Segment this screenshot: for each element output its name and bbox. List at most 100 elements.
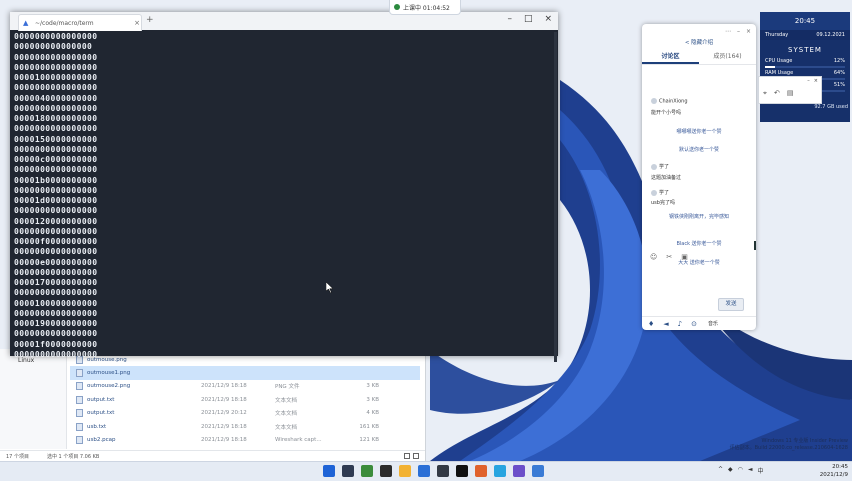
terminal-line: 0000190000000000: [14, 319, 98, 328]
location-icon[interactable]: ⊙: [691, 320, 697, 328]
close-icon[interactable]: ×: [746, 28, 751, 35]
terminal-line: 00001f0000000000: [14, 339, 98, 349]
file-type: Wireshark capt...: [275, 437, 322, 444]
terminal-output[interactable]: 0000000000000000 000000000000000 0 00000000…: [10, 30, 558, 362]
task-view-icon[interactable]: [361, 465, 373, 477]
file-list: outmouse.png outmouse1.png outmouse2.png 20…: [70, 353, 420, 447]
terminal-titlebar[interactable]: ▲ ~/code/macro/term × + – □ ×: [10, 12, 558, 31]
terminal-line: 0000150000000000: [14, 134, 98, 144]
music-icon[interactable]: ♪: [678, 320, 682, 328]
floating-toolbar[interactable]: – × ⌖ ↶ ▤: [758, 76, 822, 104]
chat-message: usb完了吗: [651, 199, 675, 206]
file-row[interactable]: output.txt 2021/12/9 20:12 文本文档 4 KB: [70, 407, 420, 420]
file-name: outmouse.png: [87, 356, 127, 363]
terminal-line: 0000000000000000: [14, 124, 98, 134]
clipboard-icon[interactable]: ▤: [787, 89, 794, 98]
send-button[interactable]: 发送: [718, 298, 744, 311]
file-row[interactable]: usb.txt 2021/12/9 18:18 文本文档 161 KB: [70, 420, 420, 433]
pin-icon[interactable]: ⌖: [763, 89, 767, 98]
meeting-app-icon[interactable]: [532, 465, 544, 477]
linux-penguin-icon: ▲: [23, 18, 29, 27]
close-icon[interactable]: ×: [544, 14, 552, 24]
wifi-icon[interactable]: ◠: [738, 466, 743, 475]
vscode-icon[interactable]: [418, 465, 430, 477]
app-icon[interactable]: [513, 465, 525, 477]
chat-message: 能开个小号吗: [651, 109, 681, 116]
terminal-line: 0000120000000000: [14, 216, 98, 226]
terminal-line: 0000000000000000: [14, 288, 98, 298]
file-explorer-window[interactable]: Linux outmouse.png outmouse1.png outmouse2…: [0, 349, 426, 461]
minimize-icon[interactable]: –: [507, 14, 512, 24]
terminal-line: 0000000000000000: [14, 62, 98, 72]
more-icon[interactable]: ⋯: [725, 28, 731, 35]
image-icon[interactable]: ▣: [681, 253, 688, 261]
mouse-pointer-icon: [326, 282, 334, 293]
browser-icon[interactable]: [475, 465, 487, 477]
chat-footer: ♦ ◄ ♪ ⊙ 音乐: [642, 316, 756, 330]
new-tab-button[interactable]: +: [146, 15, 154, 25]
hide-intro-link[interactable]: < 隐藏介绍: [642, 38, 756, 50]
start-icon[interactable]: [323, 465, 335, 477]
tray-app-icon[interactable]: ◆: [728, 466, 733, 475]
scissors-icon[interactable]: ✂: [666, 253, 672, 261]
file-row[interactable]: outmouse2.png 2021/12/9 18:18 PNG 文件 3 KB: [70, 380, 420, 393]
chat-input-tools: ☺ ✂ ▣: [650, 253, 688, 261]
tray-date: 2021/12/9: [819, 472, 848, 478]
terminal-tab[interactable]: ▲ ~/code/macro/term ×: [18, 14, 142, 31]
tray-clock[interactable]: 20:45 2021/12/9: [820, 463, 848, 479]
speaker-icon[interactable]: ◄: [663, 320, 668, 328]
volume-icon[interactable]: ◄: [748, 466, 753, 475]
chat-panel-header: ⋯ – ×: [642, 24, 756, 38]
taskbar: ^ ◆ ◠ ◄ 中 20:45 2021/12/9: [0, 461, 852, 481]
windows-watermark: Windows 11 专业版 Insider Preview 评估副本。Buil…: [730, 438, 848, 452]
terminal-line: 00000f0000000000: [14, 237, 98, 246]
tray-chevron-icon[interactable]: ^: [718, 466, 723, 475]
file-explorer-icon[interactable]: [399, 465, 411, 477]
watermark-line2: 评估副本。Build 22000.co_release.210604-1628: [729, 445, 848, 451]
tab-members[interactable]: 成员(164): [699, 50, 756, 64]
terminal-line: 00001d0000000000: [14, 196, 98, 205]
chat-app-icon[interactable]: [494, 465, 506, 477]
close-tab-icon[interactable]: ×: [133, 19, 141, 27]
terminal-scrollbar[interactable]: [554, 32, 557, 362]
chat-panel[interactable]: ⋯ – × < 隐藏介绍 讨论区 成员(164) ChainXiong 能开个小号…: [642, 24, 756, 330]
details-view-icon[interactable]: [404, 453, 410, 459]
tab-discussion[interactable]: 讨论区: [642, 50, 699, 64]
widgets-icon[interactable]: [380, 465, 392, 477]
scroll-handle[interactable]: [754, 241, 756, 250]
close-icon[interactable]: ×: [814, 78, 818, 84]
minimize-icon[interactable]: –: [737, 28, 740, 35]
search-icon[interactable]: [342, 465, 354, 477]
emoji-icon[interactable]: ☺: [650, 253, 657, 261]
tiles-view-icon[interactable]: [413, 453, 419, 459]
meeting-status-pill[interactable]: 上课中 01:04:52: [389, 0, 461, 15]
ime-icon[interactable]: 中: [758, 466, 764, 475]
avatar-icon: [651, 163, 657, 170]
widget-date-row: Thursday 09.12.2021: [760, 30, 850, 40]
system-tray: ^ ◆ ◠ ◄ 中: [718, 466, 764, 475]
terminal-line: 0000000000000000: [14, 349, 98, 359]
chat-message-text: 这题加油备过: [651, 175, 682, 181]
terminal-icon[interactable]: [437, 465, 449, 477]
chat-message: 默认送你老一个赞: [642, 146, 756, 153]
obs-icon[interactable]: [456, 465, 468, 477]
terminal-window[interactable]: ▲ ~/code/macro/term × + – □ × 0000000000…: [10, 12, 558, 362]
file-row[interactable]: output.txt 2021/12/9 18:18 文本文档 3 KB: [70, 393, 420, 406]
file-name: outmouse2.png: [87, 383, 131, 390]
file-row[interactable]: usb2.pcap 2021/12/9 18:18 Wireshark capt..…: [70, 433, 420, 446]
file-date: 2021/12/9 18:18: [201, 437, 247, 444]
file-size: 3 KB: [366, 383, 379, 390]
file-size: 121 KB: [359, 437, 379, 444]
file-name: outmouse1.png: [87, 370, 131, 377]
music-label[interactable]: 音乐: [708, 320, 718, 327]
floating-toolbar-icons: ⌖ ↶ ▤: [763, 89, 793, 98]
maximize-icon[interactable]: □: [524, 14, 533, 24]
minimize-icon[interactable]: –: [807, 78, 810, 84]
terminal-line: 00000e0000000000: [14, 257, 98, 267]
microphone-icon[interactable]: ♦: [648, 320, 654, 328]
chat-message-text: usb完了吗: [651, 200, 675, 206]
item-count-label: 17 个项目: [6, 453, 29, 460]
file-row[interactable]: outmouse1.png: [70, 366, 420, 380]
undo-icon[interactable]: ↶: [774, 89, 780, 98]
file-type: PNG 文件: [275, 384, 300, 391]
